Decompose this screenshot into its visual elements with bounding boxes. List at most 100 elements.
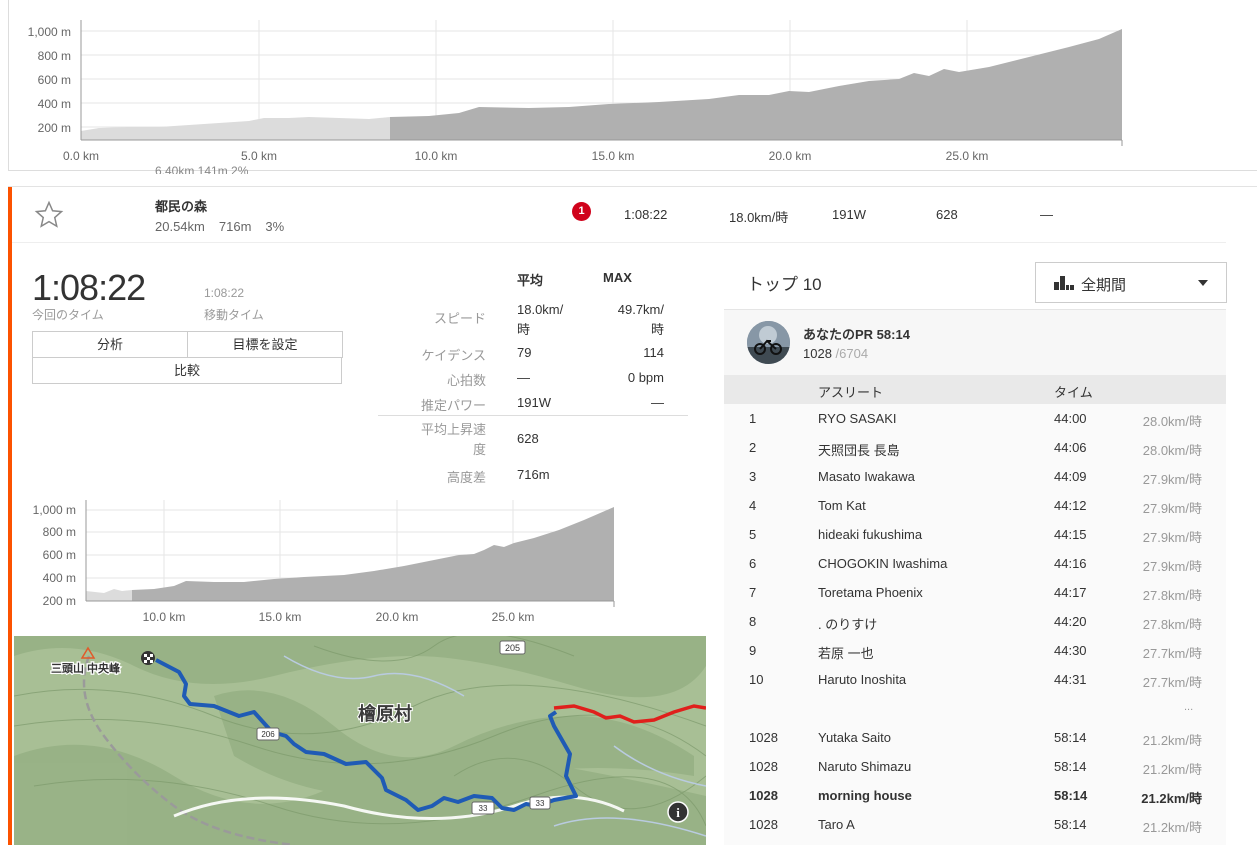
leaderboard-row[interactable]: 8 . のりすけ 44:20 27.8km/時 bbox=[724, 607, 1226, 636]
x-tick-10: 10.0 km bbox=[415, 149, 458, 163]
segment-elevation-chart[interactable]: 1,000 m 800 m 600 m 400 m 200 m 10.0 km … bbox=[14, 495, 634, 630]
segment-grade: 3% bbox=[265, 219, 285, 234]
leaderboard-row[interactable]: 9 若原 一也 44:30 27.7km/時 bbox=[724, 636, 1226, 665]
row-athlete[interactable]: 若原 一也 bbox=[818, 643, 874, 662]
row-speed: 27.7km/時 bbox=[1142, 675, 1202, 690]
set-goal-button[interactable]: 目標を設定 bbox=[187, 331, 343, 358]
row-athlete[interactable]: 天照団長 長島 bbox=[818, 440, 900, 459]
leaderboard-row[interactable]: 1028 Yutaka Saito 58:14 21.2km/時 bbox=[724, 723, 1226, 752]
leaderboard-row[interactable]: 1 RYO SASAKI 44:00 28.0km/時 bbox=[724, 404, 1226, 433]
stat-label-heartrate: 心拍数 bbox=[446, 373, 486, 388]
pr-title: あなたのPR 58:14 bbox=[803, 327, 910, 342]
compare-button[interactable]: 比較 bbox=[32, 357, 342, 384]
row-rank: 4 bbox=[749, 498, 757, 513]
x-tick-0: 0.0 km bbox=[63, 149, 99, 163]
stat-avg-power: 191W bbox=[517, 395, 551, 410]
leaderboard-row[interactable]: 5 hideaki fukushima 44:15 27.9km/時 bbox=[724, 520, 1226, 549]
y-tick-1000: 1,000 m bbox=[28, 25, 71, 39]
x-tick-5: 5.0 km bbox=[241, 149, 277, 163]
moving-time: 1:08:22 bbox=[204, 286, 245, 300]
leaderboard-row[interactable]: 4 Tom Kat 44:12 27.9km/時 bbox=[724, 491, 1226, 520]
chevron-down-icon bbox=[1198, 280, 1208, 286]
stat-label-vam: 平均上昇速 度 bbox=[420, 422, 486, 457]
stat-label-speed: スピード bbox=[433, 311, 486, 326]
leaderboard-row[interactable]: 3 Masato Iwakawa 44:09 27.9km/時 bbox=[724, 462, 1226, 491]
leaderboard-row-self[interactable]: 1028 morning house 58:14 21.2km/時 bbox=[724, 781, 1226, 810]
leaderboard-row[interactable]: 10 Haruto Inoshita 44:31 27.7km/時 bbox=[724, 665, 1226, 694]
stats-header-avg: 平均 bbox=[517, 273, 544, 288]
row-athlete[interactable]: Yutaka Saito bbox=[818, 730, 891, 745]
leaderboard-row[interactable]: 6 CHOGOKIN Iwashima 44:16 27.9km/時 bbox=[724, 549, 1226, 578]
pr-rank: 1028 /6704 bbox=[803, 346, 868, 361]
row-speed: 21.2km/時 bbox=[1141, 791, 1202, 806]
row-athlete[interactable]: Taro A bbox=[818, 817, 855, 832]
segment-heartrate: — bbox=[1040, 207, 1053, 222]
small-y-tick-1000: 1,000 m bbox=[33, 503, 76, 517]
row-time: 58:14 bbox=[1054, 759, 1087, 774]
stats-divider bbox=[378, 415, 688, 416]
leaderboard-row[interactable]: 2 天照団長 長島 44:06 28.0km/時 bbox=[724, 433, 1226, 462]
small-y-tick-600: 600 m bbox=[43, 548, 76, 562]
row-rank: 9 bbox=[749, 643, 757, 658]
row-speed: 27.8km/時 bbox=[1142, 588, 1202, 603]
row-athlete[interactable]: . のりすけ bbox=[818, 614, 877, 633]
segment-name[interactable]: 都民の森 bbox=[155, 196, 207, 215]
svg-text:206: 206 bbox=[261, 730, 275, 739]
row-athlete[interactable]: morning house bbox=[818, 788, 912, 803]
road-sign-206: 206 bbox=[256, 727, 280, 741]
small-y-tick-400: 400 m bbox=[43, 571, 76, 585]
leaderboard-row[interactable]: 7 Toretama Phoenix 44:17 27.8km/時 bbox=[724, 578, 1226, 607]
row-rank: 1028 bbox=[749, 730, 778, 745]
elevation-chart-panel: 1,000 m 800 m 600 m 400 m 200 m 0.0 km 5… bbox=[8, 0, 1257, 171]
row-time: 58:14 bbox=[1054, 788, 1088, 803]
segment-map[interactable]: 三頭山 中央峰 檜原村 205 206 33 33 i bbox=[14, 636, 706, 845]
x-tick-20: 20.0 km bbox=[769, 149, 812, 163]
small-y-tick-200: 200 m bbox=[43, 594, 76, 608]
row-time: 58:14 bbox=[1054, 730, 1087, 745]
row-rank: 7 bbox=[749, 585, 757, 600]
row-rank: 1 bbox=[749, 411, 757, 426]
row-time: 44:06 bbox=[1054, 440, 1087, 455]
previous-segment-row-peek: 6.40km 141m 2% bbox=[155, 164, 249, 174]
row-athlete[interactable]: hideaki fukushima bbox=[818, 527, 922, 542]
row-athlete[interactable]: Toretama Phoenix bbox=[818, 585, 923, 600]
small-y-tick-800: 800 m bbox=[43, 525, 76, 539]
leaderboard-row[interactable]: 1028 Naruto Shimazu 58:14 21.2km/時 bbox=[724, 752, 1226, 781]
leaderboard-table: アスリート タイム 1 RYO SASAKI 44:00 28.0km/時 2 … bbox=[724, 375, 1226, 845]
row-athlete[interactable]: CHOGOKIN Iwashima bbox=[818, 556, 947, 571]
segment-power: 191W bbox=[832, 207, 866, 222]
col-athlete[interactable]: アスリート bbox=[818, 382, 883, 401]
row-athlete[interactable]: Masato Iwakawa bbox=[818, 469, 915, 484]
small-x-tick-10: 10.0 km bbox=[143, 610, 186, 624]
row-speed: 27.9km/時 bbox=[1142, 530, 1202, 545]
row-speed: 21.2km/時 bbox=[1142, 762, 1202, 777]
row-speed: 27.9km/時 bbox=[1142, 472, 1202, 487]
elapsed-time: 1:08:22 bbox=[32, 267, 146, 308]
star-icon[interactable] bbox=[34, 200, 64, 230]
row-athlete[interactable]: Haruto Inoshita bbox=[818, 672, 906, 687]
row-speed: 27.9km/時 bbox=[1142, 501, 1202, 516]
row-athlete[interactable]: Tom Kat bbox=[818, 498, 866, 513]
col-time[interactable]: タイム bbox=[1054, 382, 1093, 401]
segment-row[interactable]: 都民の森 20.54km 716m 3% 1 1:08:22 18.0km/時 19… bbox=[12, 187, 1226, 243]
elevation-profile-chart[interactable]: 1,000 m 800 m 600 m 400 m 200 m 0.0 km 5… bbox=[9, 0, 1257, 171]
small-x-tick-25: 25.0 km bbox=[492, 610, 535, 624]
elapsed-time-label: 今回のタイム bbox=[32, 308, 104, 322]
small-x-tick-20: 20.0 km bbox=[376, 610, 419, 624]
row-speed: 28.0km/時 bbox=[1142, 414, 1202, 429]
avatar[interactable] bbox=[747, 321, 790, 364]
period-dropdown[interactable]: 全期間 bbox=[1035, 262, 1227, 303]
leaderboard-row[interactable]: 1028 Taro A 58:14 21.2km/時 bbox=[724, 810, 1226, 839]
leaderboard-header: アスリート タイム bbox=[724, 375, 1226, 404]
row-speed: 27.7km/時 bbox=[1142, 646, 1202, 661]
pr-rank-value: 1028 bbox=[803, 346, 832, 361]
row-time: 44:00 bbox=[1054, 411, 1087, 426]
row-athlete[interactable]: Naruto Shimazu bbox=[818, 759, 911, 774]
row-athlete[interactable]: RYO SASAKI bbox=[818, 411, 897, 426]
personal-record-box: あなたのPR 58:14 1028 /6704 bbox=[724, 309, 1226, 375]
row-time: 58:14 bbox=[1054, 817, 1087, 832]
row-time: 44:16 bbox=[1054, 556, 1087, 571]
info-icon[interactable]: i bbox=[667, 801, 689, 823]
row-time: 44:31 bbox=[1054, 672, 1087, 687]
analyze-button[interactable]: 分析 bbox=[32, 331, 188, 358]
